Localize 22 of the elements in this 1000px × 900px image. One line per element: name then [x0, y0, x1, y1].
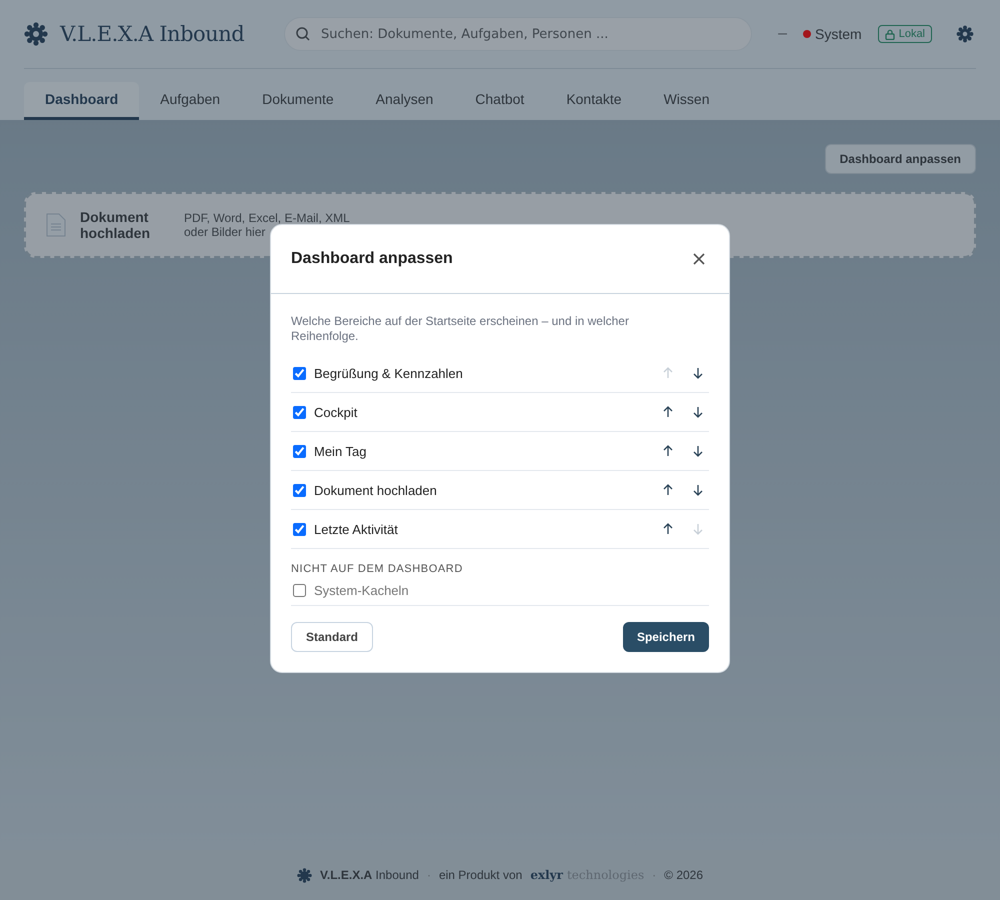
section-label: Begrüßung & Kennzahlen [314, 366, 464, 380]
separator-dot: · [652, 868, 656, 882]
byline-text: ein Produkt von [438, 868, 522, 882]
dialog-description: Welche Bereiche auf der Startseite erscheinen – und in welcher Reihenfolge. [291, 314, 630, 344]
section-label: Cockpit [314, 404, 358, 420]
company-name: exlyr [530, 868, 563, 882]
dash-text: – [778, 25, 788, 43]
dialog-title: Dashboard anpassen [291, 250, 453, 268]
app-title: V.L.E.X.A Inbound [60, 22, 244, 46]
copyright-text: © 2026 [664, 868, 704, 882]
upload-hint: PDF, Word, Excel, E-Mail, XML [184, 211, 350, 225]
section-heading: NICHT AUF DEM DASHBOARD [291, 563, 464, 575]
local-badge: Lokal [878, 25, 932, 43]
section-label: Mein Tag [314, 444, 368, 458]
status-label: System [815, 26, 862, 42]
section-label: Dokument hochladen [314, 482, 438, 498]
upload-title: Dokument hochladen [80, 209, 152, 241]
separator-dot: · [426, 868, 431, 882]
section-label: System-Kacheln [314, 582, 410, 598]
product-name: V.L.E.X.A Inbound [320, 868, 419, 882]
section-label: Letzte Aktivität [314, 522, 399, 536]
upload-hint: oder Bilder hier [184, 225, 266, 239]
